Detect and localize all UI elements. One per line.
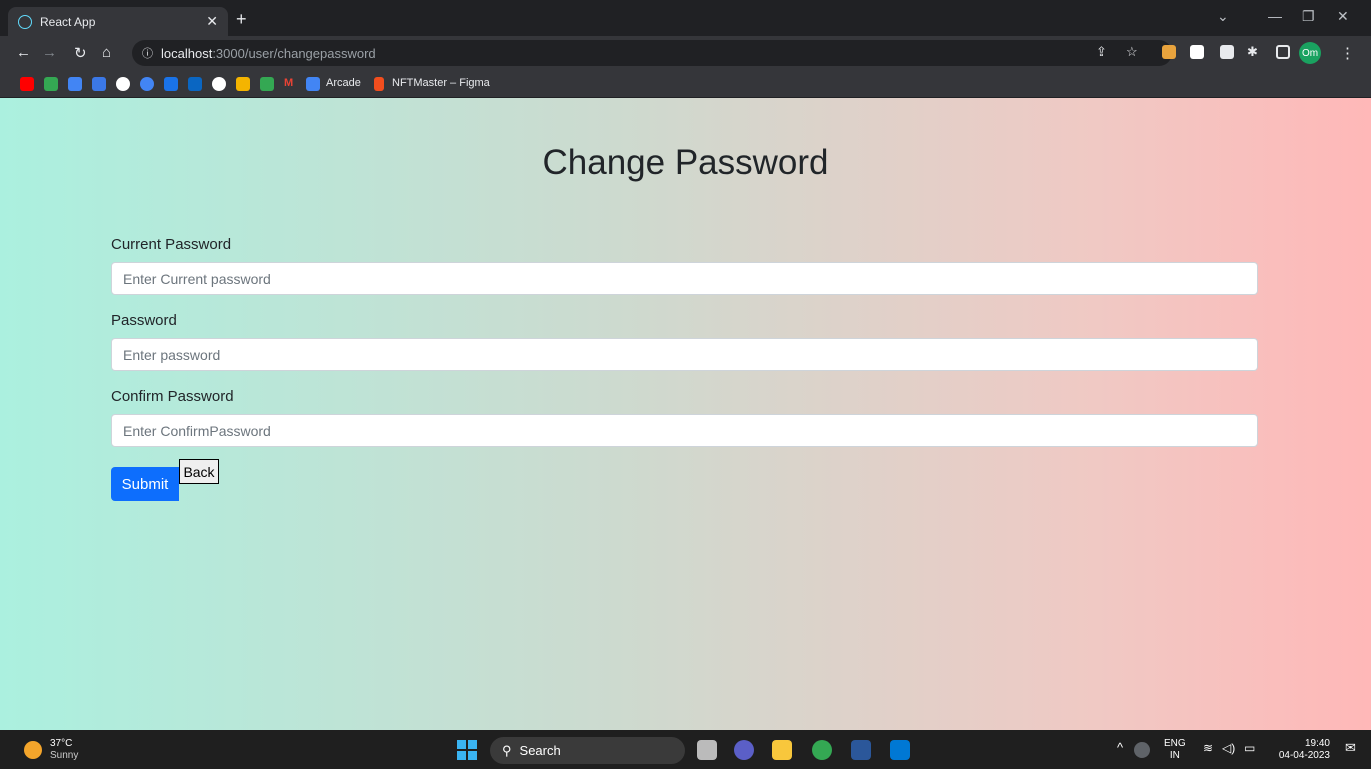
bookmark-star-icon[interactable]: ☆ — [1126, 44, 1138, 60]
current-password-input[interactable] — [111, 262, 1258, 295]
bookmark-icon[interactable] — [164, 77, 178, 91]
react-icon — [18, 14, 32, 29]
linkedin-icon[interactable] — [188, 77, 202, 91]
tab-title: React App — [40, 14, 96, 29]
page-title: Change Password — [542, 143, 829, 182]
chrome-icon[interactable] — [812, 740, 832, 760]
confirm-password-input[interactable] — [111, 414, 1258, 447]
tray-app-icon[interactable] — [1134, 742, 1150, 758]
current-password-label: Current Password — [111, 236, 232, 253]
temperature: 37°C — [50, 738, 73, 749]
clock[interactable]: 19:40 04-04-2023 — [1270, 738, 1330, 762]
volume-icon[interactable]: ◁) — [1222, 742, 1235, 754]
drive-icon[interactable] — [140, 77, 154, 91]
info-icon[interactable]: ⓘ — [142, 45, 153, 61]
forward-arrow-icon[interactable]: → — [42, 44, 57, 61]
bookmark-figma[interactable]: NFTMaster – Figma — [392, 77, 490, 89]
home-icon[interactable]: ⌂ — [102, 44, 111, 61]
weather-sun-icon[interactable] — [24, 741, 42, 759]
region: IN — [1169, 750, 1180, 761]
restore-icon[interactable]: ❐ — [1302, 8, 1315, 25]
minimize-icon[interactable]: — — [1268, 8, 1282, 24]
extensions-puzzle-icon[interactable]: ✱ — [1247, 44, 1258, 60]
google-icon[interactable] — [116, 77, 130, 91]
tab-search-icon[interactable]: ⌄ — [1217, 8, 1229, 25]
password-label: Password — [111, 312, 177, 329]
url-host: localhost — [161, 45, 213, 61]
chevron-up-icon[interactable]: ^ — [1117, 741, 1123, 754]
taskbar-search[interactable]: ⚲ Search — [490, 737, 685, 764]
extension-s-icon[interactable] — [1190, 45, 1204, 59]
language-indicator[interactable]: ENG IN — [1164, 738, 1186, 762]
wifi-icon[interactable]: ≋ — [1203, 742, 1213, 754]
time: 19:40 — [1304, 738, 1330, 749]
url-path: :3000/user/changepassword — [212, 45, 376, 61]
arcade-icon[interactable] — [306, 77, 320, 91]
close-tab-icon[interactable]: ✕ — [206, 13, 218, 30]
notification-icon[interactable]: ✉ — [1345, 741, 1356, 754]
youtube-icon[interactable] — [20, 77, 34, 91]
battery-icon[interactable]: ▭ — [1244, 742, 1255, 754]
bookmark-icon[interactable] — [92, 77, 106, 91]
word-icon[interactable] — [851, 740, 871, 760]
windows-start-icon[interactable] — [457, 740, 477, 760]
bookmarks-bar: M Arcade NFTMaster – Figma — [0, 70, 1371, 98]
new-tab-icon[interactable]: + — [236, 9, 247, 30]
menu-dots-icon[interactable]: ⋮ — [1340, 44, 1355, 62]
teams-chat-icon[interactable] — [734, 740, 754, 760]
reload-icon[interactable]: ↻ — [74, 44, 87, 62]
confirm-password-label: Confirm Password — [111, 388, 234, 405]
bookmark-icon[interactable] — [236, 77, 250, 91]
side-panel-icon[interactable] — [1276, 45, 1290, 59]
maps-icon[interactable] — [44, 77, 58, 91]
browser-tab-strip: React App ✕ + ⌄ — ❐ ✕ — [0, 0, 1371, 36]
search-label: Search — [519, 743, 561, 758]
address-bar[interactable]: ⓘ localhost:3000/user/changepassword — [132, 40, 1172, 66]
extension-icon[interactable] — [1162, 45, 1176, 59]
browser-toolbar: ← → ↻ ⌂ ⓘ localhost:3000/user/changepass… — [0, 36, 1371, 70]
search-icon: ⚲ — [502, 742, 512, 758]
extension-b-icon[interactable] — [1220, 45, 1234, 59]
gmail-icon[interactable]: M — [284, 77, 293, 89]
vscode-icon[interactable] — [890, 740, 910, 760]
submit-button[interactable]: Submit — [111, 467, 179, 501]
share-icon[interactable]: ⇪ — [1096, 44, 1107, 60]
weather-condition: Sunny — [50, 750, 79, 761]
file-explorer-icon[interactable] — [772, 740, 792, 760]
windows-taskbar: 37°C Sunny ⚲ Search ^ ENG IN ≋ ◁) ▭ 19:4… — [0, 730, 1371, 769]
bookmark-icon[interactable] — [68, 77, 82, 91]
password-input[interactable] — [111, 338, 1258, 371]
bookmark-arcade[interactable]: Arcade — [326, 77, 361, 89]
back-button[interactable]: Back — [179, 459, 219, 484]
profile-avatar[interactable]: Om — [1299, 42, 1321, 64]
back-arrow-icon[interactable]: ← — [16, 44, 31, 61]
task-view-icon[interactable] — [697, 740, 717, 760]
figma-icon[interactable] — [374, 77, 384, 91]
google-icon[interactable] — [212, 77, 226, 91]
date: 04-04-2023 — [1278, 750, 1330, 761]
language: ENG — [1164, 738, 1186, 749]
tab-react-app[interactable]: React App ✕ — [8, 7, 228, 36]
close-window-icon[interactable]: ✕ — [1337, 8, 1349, 25]
weather-widget[interactable]: 37°C Sunny — [50, 738, 78, 762]
bookmark-icon[interactable] — [260, 77, 274, 91]
page-viewport: Change Password Current Password Passwor… — [0, 98, 1371, 730]
